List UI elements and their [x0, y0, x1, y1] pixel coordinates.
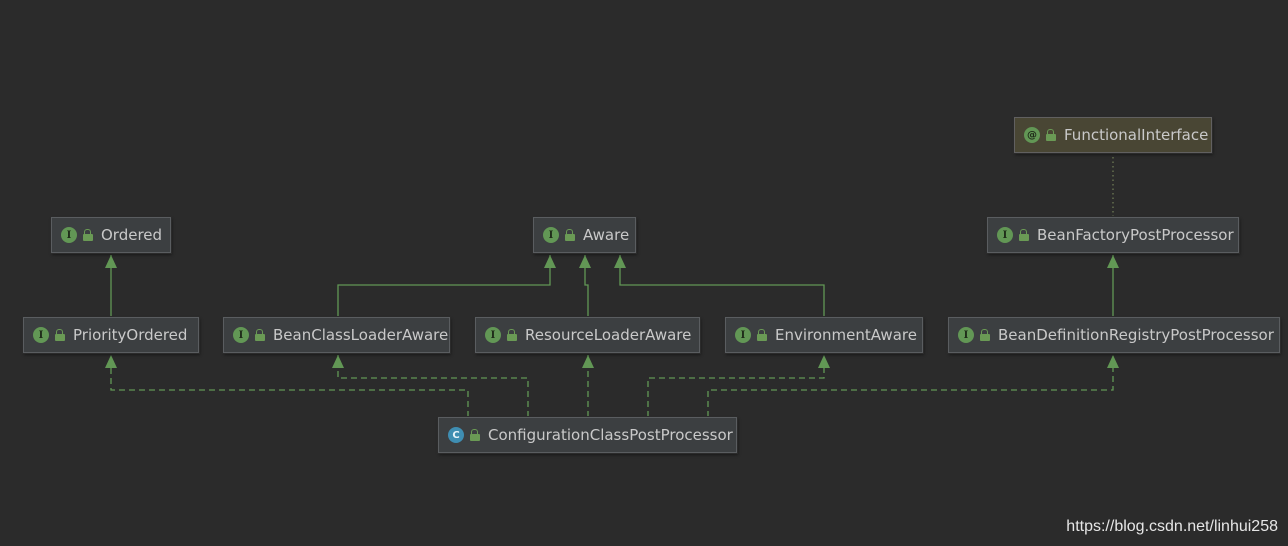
interface-badge-icon: I: [735, 327, 751, 343]
watermark: https://blog.csdn.net/linhui258: [1066, 518, 1278, 535]
arrowhead-icon: [818, 355, 830, 368]
public-lock-icon: [565, 229, 575, 241]
node-label: BeanClassLoaderAware: [273, 326, 449, 344]
edge-implements-configuration-class-post-processor-to-bean-definition-registry-post-processor: [707, 355, 1114, 417]
node-label: Ordered: [101, 226, 163, 244]
class-badge-icon: C: [448, 427, 464, 443]
public-lock-icon: [507, 329, 517, 341]
node-ordered[interactable]: I Ordered: [51, 217, 171, 253]
public-lock-icon: [757, 329, 767, 341]
node-configuration-class-post-processor[interactable]: C ConfigurationClassPostProcessor: [438, 417, 737, 453]
arrowhead-icon: [544, 255, 556, 268]
node-label: BeanDefinitionRegistryPostProcessor: [998, 326, 1274, 344]
node-label: ResourceLoaderAware: [525, 326, 692, 344]
annotation-badge-icon: @: [1024, 127, 1040, 143]
interface-badge-icon: I: [958, 327, 974, 343]
node-bean-definition-registry-post-processor[interactable]: I BeanDefinitionRegistryPostProcessor: [948, 317, 1280, 353]
arrowhead-icon: [105, 355, 117, 368]
public-lock-icon: [1046, 129, 1056, 141]
node-functional-interface[interactable]: @ FunctionalInterface: [1014, 117, 1212, 153]
node-resource-loader-aware[interactable]: I ResourceLoaderAware: [475, 317, 700, 353]
node-label: FunctionalInterface: [1064, 126, 1209, 144]
public-lock-icon: [83, 229, 93, 241]
node-priority-ordered[interactable]: I PriorityOrdered: [23, 317, 199, 353]
public-lock-icon: [470, 429, 480, 441]
interface-badge-icon: I: [33, 327, 49, 343]
interface-badge-icon: I: [61, 227, 77, 243]
edge-layer: [105, 153, 1119, 417]
node-aware[interactable]: I Aware: [533, 217, 636, 253]
arrowhead-icon: [582, 355, 594, 368]
interface-badge-icon: I: [485, 327, 501, 343]
diagram-canvas: @ FunctionalInterface I Ordered I Aware I BeanF…: [0, 0, 1288, 546]
node-label: ConfigurationClassPostProcessor: [488, 426, 733, 444]
node-label: EnvironmentAware: [775, 326, 917, 344]
edge-implements-configuration-class-post-processor-to-priority-ordered: [110, 355, 469, 417]
arrowhead-icon: [579, 255, 591, 268]
node-label: Aware: [583, 226, 630, 244]
arrowhead-icon: [105, 255, 117, 268]
public-lock-icon: [1019, 229, 1029, 241]
node-bean-factory-post-processor[interactable]: I BeanFactoryPostProcessor: [987, 217, 1239, 253]
interface-badge-icon: I: [997, 227, 1013, 243]
arrowhead-icon: [1107, 355, 1119, 368]
node-label: BeanFactoryPostProcessor: [1037, 226, 1234, 244]
edge-implements-configuration-class-post-processor-to-environment-aware: [647, 355, 825, 417]
interface-badge-icon: I: [233, 327, 249, 343]
edge-extends-bean-class-loader-aware-to-aware: [337, 255, 551, 317]
public-lock-icon: [55, 329, 65, 341]
node-environment-aware[interactable]: I EnvironmentAware: [725, 317, 923, 353]
arrowhead-icon: [1107, 255, 1119, 268]
public-lock-icon: [980, 329, 990, 341]
node-bean-class-loader-aware[interactable]: I BeanClassLoaderAware: [223, 317, 450, 353]
arrowhead-icon: [614, 255, 626, 268]
edge-extends-environment-aware-to-aware: [619, 255, 825, 317]
interface-badge-icon: I: [543, 227, 559, 243]
public-lock-icon: [255, 329, 265, 341]
arrowhead-icon: [332, 355, 344, 368]
node-label: PriorityOrdered: [73, 326, 188, 344]
edge-implements-configuration-class-post-processor-to-bean-class-loader-aware: [337, 355, 529, 417]
